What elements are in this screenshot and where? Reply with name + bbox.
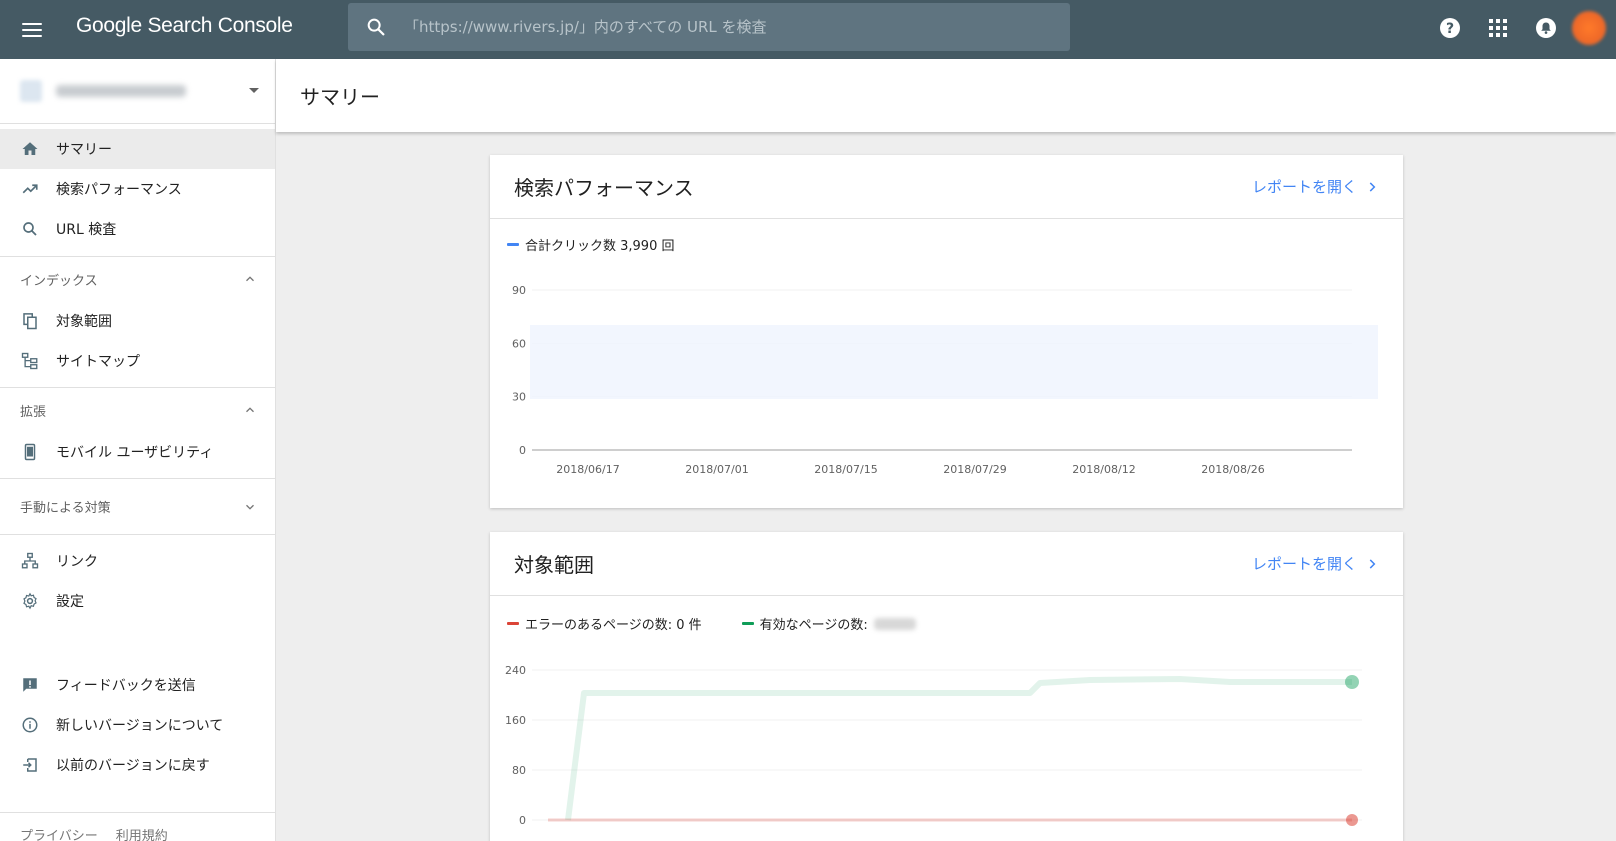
- sidebar-item-send-feedback[interactable]: フィードバックを送信: [0, 665, 275, 705]
- sidebar-item-label: サイトマップ: [56, 354, 140, 370]
- info-icon: [20, 715, 40, 735]
- series-endpoint-valid: [1345, 675, 1359, 689]
- privacy-link[interactable]: プライバシー: [20, 825, 98, 841]
- sidebar-item-label: 対象範囲: [56, 314, 112, 330]
- card-header: 検索パフォーマンス レポートを開く: [490, 155, 1403, 219]
- app-logo[interactable]: Google Search Console: [76, 14, 293, 38]
- help-icon[interactable]: ?: [1426, 4, 1474, 52]
- x-tick-label: 2018/06/17: [556, 463, 619, 476]
- menu-icon[interactable]: [18, 16, 46, 44]
- sidebar-item-performance[interactable]: 検索パフォーマンス: [0, 169, 275, 209]
- sidebar-item-label: モバイル ユーザビリティ: [56, 445, 214, 461]
- trending-up-icon: [20, 179, 40, 199]
- sidebar-item-label: URL 検査: [56, 222, 117, 238]
- top-app-bar: Google Search Console ?: [0, 0, 1616, 59]
- sidebar-item-label: リンク: [56, 554, 98, 570]
- page-header: サマリー: [276, 59, 1616, 132]
- x-tick-label: 2018/07/01: [685, 463, 748, 476]
- performance-chart: 90 60 30 0 2018/06/17 2018/07/01 2018/07/15 201…: [512, 284, 1378, 476]
- performance-card: 検索パフォーマンス レポートを開く 合計クリック数 3,990 回 90 60 30…: [490, 155, 1403, 508]
- copy-pages-icon: [20, 311, 40, 331]
- y-tick-label: 0: [519, 444, 526, 457]
- section-index-header[interactable]: インデックス: [0, 257, 275, 301]
- gear-icon: [20, 591, 40, 611]
- sidebar-item-label: フィードバックを送信: [56, 678, 196, 694]
- open-report-link[interactable]: レポートを開く: [1252, 176, 1379, 197]
- terms-link[interactable]: 利用規約: [116, 825, 168, 841]
- sidebar-item-mobile-usability[interactable]: モバイル ユーザビリティ: [0, 432, 275, 472]
- exit-icon: [20, 755, 40, 775]
- y-tick-label: 80: [512, 764, 526, 777]
- sidebar-item-links[interactable]: リンク: [0, 541, 275, 581]
- y-tick-label: 0: [519, 814, 526, 827]
- open-report-label: レポートを開く: [1251, 555, 1357, 573]
- sidebar-item-url-inspection[interactable]: URL 検査: [0, 209, 275, 249]
- card-header: 対象範囲 レポートを開く: [490, 532, 1403, 596]
- x-tick-label: 2018/07/15: [814, 463, 877, 476]
- sidebar-item-label: 新しいバージョンについて: [56, 718, 224, 734]
- card-title: 対象範囲: [514, 553, 594, 577]
- page-title: サマリー: [300, 85, 380, 109]
- sidebar-item-label: 以前のバージョンに戻す: [56, 758, 210, 774]
- chevron-right-icon: [1369, 181, 1376, 192]
- sidebar-item-summary[interactable]: サマリー: [0, 129, 275, 169]
- section-title: インデックス: [20, 273, 98, 289]
- sidebar-item-label: サマリー: [56, 142, 112, 158]
- series-endpoint-errors: [1346, 814, 1358, 826]
- y-tick-label: 30: [512, 391, 526, 404]
- sidebar-item-sitemaps[interactable]: サイトマップ: [0, 341, 275, 381]
- x-tick-label: 2018/07/29: [943, 463, 1006, 476]
- series-line-valid: [565, 676, 1352, 821]
- chevron-down-icon: [246, 504, 254, 510]
- links-icon: [20, 551, 40, 571]
- sidebar-item-whats-new[interactable]: 新しいバージョンについて: [0, 705, 275, 745]
- open-report-link[interactable]: レポートを開く: [1252, 553, 1379, 574]
- smartphone-icon: [20, 442, 40, 462]
- apps-grid-icon[interactable]: [1474, 4, 1522, 52]
- section-title: 拡張: [20, 404, 47, 420]
- series-redacted-area: [530, 325, 1378, 399]
- x-tick-label: 2018/08/26: [1201, 463, 1264, 476]
- svg-text:?: ?: [1446, 21, 1454, 37]
- url-inspect-search[interactable]: [348, 3, 1070, 51]
- sidebar-footer: プライバシー 利用規約: [20, 825, 168, 841]
- chevron-right-icon: [1369, 558, 1376, 569]
- sidebar-item-label: 検索パフォーマンス: [56, 182, 182, 198]
- search-icon[interactable]: [348, 3, 404, 51]
- coverage-card: 対象範囲 レポートを開く エラーのあるページの数: 0 件 有効なページの数: …: [490, 532, 1403, 841]
- x-tick-label: 2018/08/12: [1072, 463, 1135, 476]
- home-icon: [20, 139, 40, 159]
- notifications-icon[interactable]: [1522, 4, 1570, 52]
- sidebar-item-settings[interactable]: 設定: [0, 581, 275, 621]
- section-enhancements-header[interactable]: 拡張: [0, 388, 275, 432]
- y-tick-label: 60: [512, 337, 526, 350]
- property-url: [56, 85, 186, 97]
- search-icon: [20, 219, 40, 239]
- y-tick-label: 240: [505, 664, 526, 677]
- chevron-up-icon: [246, 276, 254, 282]
- y-tick-label: 160: [505, 714, 526, 727]
- avatar[interactable]: [1572, 10, 1606, 45]
- sidebar: サマリー 検索パフォーマンス URL 検査 インデックス 対象範囲 サイトマップ…: [0, 59, 276, 841]
- top-actions: ?: [1426, 0, 1616, 55]
- section-manual-actions-header[interactable]: 手動による対策: [0, 479, 275, 534]
- search-input[interactable]: [404, 18, 1070, 36]
- sitemap-icon: [20, 351, 40, 371]
- open-report-label: レポートを開く: [1251, 178, 1357, 196]
- section-title: 手動による対策: [20, 501, 111, 516]
- property-favicon: [20, 80, 42, 102]
- sidebar-item-coverage[interactable]: 対象範囲: [0, 301, 275, 341]
- feedback-icon: [20, 675, 40, 695]
- sidebar-item-old-version[interactable]: 以前のバージョンに戻す: [0, 745, 275, 785]
- y-tick-label: 90: [512, 284, 526, 297]
- chevron-down-icon: [249, 88, 259, 93]
- sidebar-item-label: 設定: [56, 594, 84, 610]
- divider: [0, 812, 275, 813]
- chevron-up-icon: [246, 407, 254, 413]
- coverage-chart: 240 160 80 0: [505, 664, 1362, 827]
- card-title: 検索パフォーマンス: [514, 176, 694, 200]
- property-selector[interactable]: [0, 59, 275, 124]
